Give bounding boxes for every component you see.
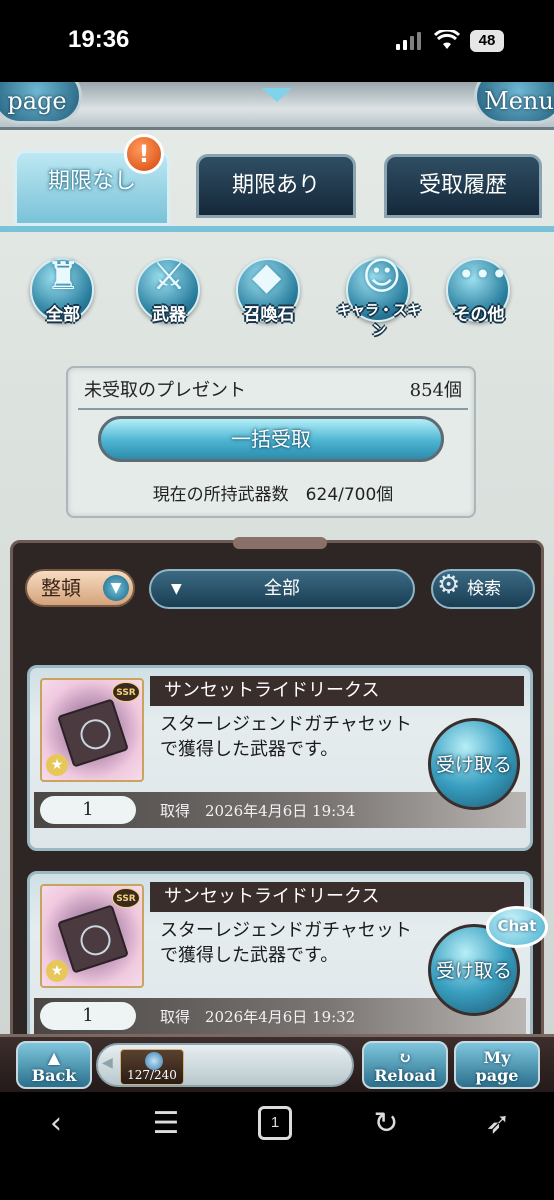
reload-button[interactable]: ↻ Reload	[362, 1041, 448, 1089]
game-viewport: page Menu 期限なし 期限あり 受取履歴 ! ♜ 全部 ⚔ 武器 ◆ 召…	[0, 82, 554, 1040]
reload-label: Reload	[374, 1066, 436, 1085]
sort-label: 整頓	[41, 576, 81, 600]
dots-glyph-icon: •••	[458, 258, 508, 291]
browser-reload-icon[interactable]: ↻	[356, 1100, 416, 1148]
item-description: スターレジェンドガチャセットで獲得した武器です。	[160, 920, 412, 966]
star-icon: ★	[46, 960, 68, 982]
item-acquired-date: 取得 2026年4月6日 19:32	[160, 1008, 356, 1026]
dropdown-arrow-icon: ▼	[171, 581, 182, 597]
browser-menu-icon[interactable]: ☰	[136, 1100, 196, 1148]
star-icon: ★	[46, 754, 68, 776]
present-list-panel: 整頓 ▼ ▼ 全部 ⚙ 検索 SSR ★ サンセットライドリークス スターレジェ…	[10, 537, 544, 1040]
item-description: スターレジェンドガチャセットで獲得した武器です。	[160, 714, 412, 760]
rarity-badge: SSR	[112, 888, 140, 908]
item-acquired-date: 取得 2026年4月6日 19:34	[160, 802, 356, 820]
presents-summary: 未受取のプレゼント 854個 一括受取 現在の所持武器数 624/700個	[66, 366, 476, 518]
sort-button[interactable]: 整頓 ▼	[25, 569, 135, 607]
item-name: サンセットライドリークス	[150, 882, 524, 912]
owned-weapons-count: 現在の所持武器数 624/700個	[152, 485, 394, 505]
tab-with-deadline[interactable]: 期限あり	[196, 154, 356, 218]
panel-ornament	[233, 537, 327, 549]
item-name: サンセットライドリークス	[150, 676, 524, 706]
browser-toolbar: ‹ ☰ 1 ↻ ➶	[0, 1092, 554, 1200]
frame-gem-icon	[262, 88, 292, 102]
ap-indicator: 127/240	[120, 1049, 184, 1085]
top-frame	[0, 82, 554, 130]
unclaimed-count: 854個	[409, 380, 462, 401]
category-label: 全部	[46, 305, 80, 325]
back-label: Back	[31, 1066, 77, 1085]
mypage-label-bottom: page	[475, 1066, 519, 1085]
crystal-glyph-icon: ◆	[252, 254, 282, 298]
browser-tabs-icon[interactable]: 1	[258, 1106, 292, 1140]
divider	[78, 408, 468, 410]
filter-dropdown[interactable]: ▼ 全部	[149, 569, 415, 609]
status-bar: 19:36 48	[0, 0, 554, 82]
category-label: 召喚石	[243, 305, 295, 325]
sword-glyph-icon: ⚔	[152, 254, 187, 298]
category-summons[interactable]: ◆ 召喚石	[226, 248, 312, 338]
book-icon	[57, 698, 129, 768]
game-bottom-nav: ▲ Back ◀ 127/240 ↻ Reload My page	[0, 1034, 554, 1092]
category-all[interactable]: ♜ 全部	[20, 248, 106, 338]
back-button[interactable]: ▲ Back	[16, 1041, 92, 1089]
chat-button[interactable]: Chat	[486, 906, 548, 948]
cellular-signal-icon	[396, 32, 422, 50]
weapon-thumbnail: SSR ★	[40, 884, 144, 988]
menu-button[interactable]: Menu	[474, 82, 554, 124]
category-other[interactable]: ••• その他	[436, 248, 522, 338]
chevron-down-icon: ▼	[103, 575, 129, 601]
mypage-label-top: My	[483, 1048, 511, 1067]
rarity-badge: SSR	[112, 682, 140, 702]
ap-value: 127/240	[127, 1068, 177, 1082]
category-label: キャラ・スキン	[337, 303, 421, 339]
unclaimed-label: 未受取のプレゼント	[84, 380, 246, 401]
status-strip: ◀ 127/240	[96, 1043, 354, 1087]
mypage-button[interactable]: My page	[454, 1041, 540, 1089]
category-weapons[interactable]: ⚔ 武器	[126, 248, 212, 338]
receive-button[interactable]: 受け取る	[428, 718, 520, 810]
collapse-arrow-icon[interactable]: ◀	[102, 1055, 113, 1071]
person-glyph-icon: ♜	[46, 254, 81, 298]
battery-indicator: 48	[470, 30, 504, 52]
book-icon	[57, 904, 129, 974]
category-label: 武器	[152, 305, 186, 325]
alert-icon: !	[124, 134, 164, 174]
filter-value: 全部	[264, 578, 300, 599]
status-time: 19:36	[68, 26, 130, 53]
ap-orb-icon	[145, 1052, 163, 1070]
item-quantity: 1	[40, 796, 136, 824]
gear-icon: ⚙	[437, 570, 461, 600]
browser-back-icon[interactable]: ‹	[26, 1100, 86, 1148]
tab-history[interactable]: 受取履歴	[384, 154, 542, 218]
page-button[interactable]: page	[0, 82, 82, 124]
search-label: 検索	[467, 579, 501, 599]
category-label: その他	[453, 305, 505, 325]
wifi-icon	[434, 30, 460, 49]
present-item: SSR ★ サンセットライドリークス スターレジェンドガチャセットで獲得した武器…	[27, 665, 533, 851]
back-arrow-icon: ▲	[47, 1048, 61, 1067]
rocket-icon[interactable]: ➶	[468, 1100, 528, 1148]
category-characters[interactable]: ☺ キャラ・スキン	[336, 248, 422, 339]
claim-all-button[interactable]: 一括受取	[98, 416, 444, 462]
item-quantity: 1	[40, 1002, 136, 1030]
present-item: SSR ★ サンセットライドリークス スターレジェンドガチャセットで獲得した武器…	[27, 871, 533, 1040]
reload-icon: ↻	[398, 1048, 412, 1067]
weapon-thumbnail: SSR ★	[40, 678, 144, 782]
character-glyph-icon: ☺	[362, 254, 402, 298]
tab-bar: 期限なし 期限あり 受取履歴 !	[0, 134, 554, 228]
search-button[interactable]: ⚙ 検索	[431, 569, 535, 609]
category-filter: ♜ 全部 ⚔ 武器 ◆ 召喚石 ☺ キャラ・スキン ••• その他	[0, 248, 554, 339]
tab-underline	[0, 226, 554, 232]
